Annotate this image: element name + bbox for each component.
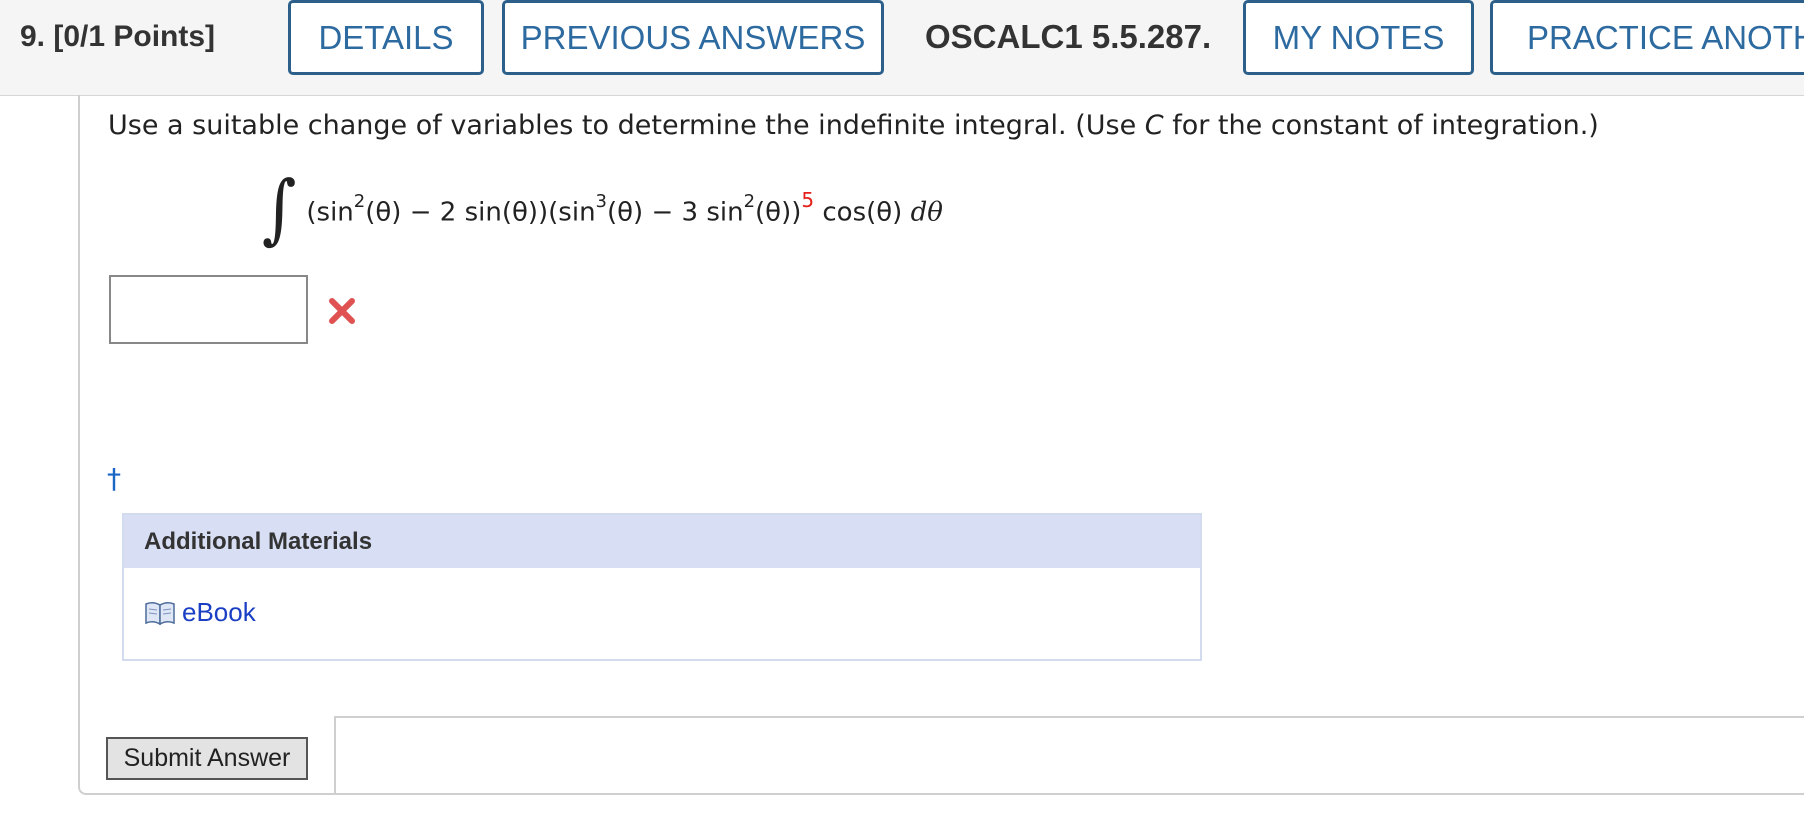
prompt-text-start: Use a suitable change of variables to de…: [108, 110, 1145, 141]
my-notes-button[interactable]: MY NOTES: [1243, 0, 1474, 75]
divider: [334, 716, 1804, 718]
question-prompt: Use a suitable change of variables to de…: [108, 110, 1599, 141]
additional-materials-box: Additional Materials eBook: [122, 513, 1202, 661]
course-code: OSCALC1 5.5.287.: [925, 18, 1212, 55]
answer-input[interactable]: [109, 275, 308, 344]
dagger-footnote-marker: †: [107, 462, 121, 495]
ebook-link-label: eBook: [182, 597, 256, 627]
divider: [334, 716, 336, 795]
question-header: 9. [0/1 Points] DETAILS PREVIOUS ANSWERS…: [0, 0, 1804, 96]
submit-answer-button[interactable]: Submit Answer: [106, 737, 308, 780]
additional-materials-title: Additional Materials: [124, 515, 1200, 568]
outer-exponent: 5: [801, 188, 815, 213]
previous-answers-button-label: PREVIOUS ANSWERS: [520, 18, 866, 56]
my-notes-button-label: MY NOTES: [1272, 18, 1445, 56]
differential: dθ: [910, 197, 943, 228]
previous-answers-button[interactable]: PREVIOUS ANSWERS: [502, 0, 884, 75]
prompt-constant-var: C: [1144, 110, 1164, 141]
question-points-label: 9. [0/1 Points]: [20, 20, 216, 53]
details-button-label: DETAILS: [318, 18, 454, 56]
integrand: (sin2(θ) − 2 sin(θ))(sin3(θ) − 3 sin2(θ)…: [306, 188, 943, 228]
practice-another-button[interactable]: PRACTICE ANOTHER: [1490, 0, 1804, 75]
integral-expression: ∫ (sin2(θ) − 2 sin(θ))(sin3(θ) − 3 sin2(…: [262, 164, 943, 253]
ebook-link[interactable]: eBook: [144, 597, 256, 628]
practice-another-button-label: PRACTICE ANOTHER: [1527, 18, 1804, 56]
integral-sign: ∫: [262, 163, 297, 253]
wrong-x-icon: [329, 298, 355, 324]
book-icon: [145, 601, 175, 625]
details-button[interactable]: DETAILS: [288, 0, 484, 75]
prompt-text-end: for the constant of integration.): [1163, 110, 1599, 141]
